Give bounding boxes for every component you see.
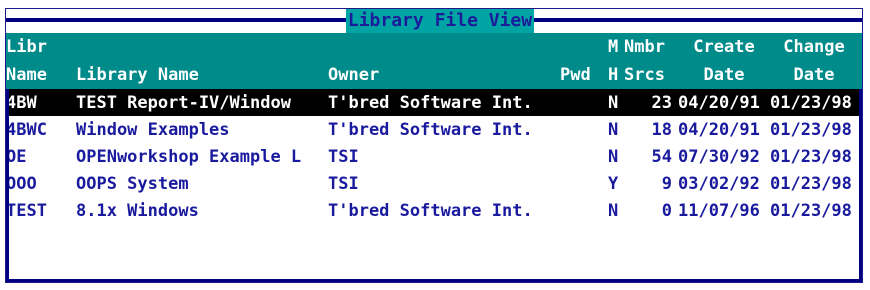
col-libr-line2: Name [6,65,47,85]
cell-name: Window Examples [76,120,230,140]
table-row[interactable]: 4BW TEST Report-IV/Window T'bred Softwar… [6,89,862,116]
col-library-name: Library Name [76,65,199,85]
cell-mh: N [608,120,619,140]
cell-lib: OE [6,147,27,167]
cell-changed: 01/23/98 [770,120,852,140]
cell-created: 03/02/92 [678,174,760,194]
window-title: Library File View [346,9,534,33]
cell-srcs: 18 [651,120,672,140]
col-change-line2: Date [793,65,835,85]
table-row[interactable]: 4BWC Window Examples T'bred Software Int… [6,116,862,143]
cell-name: OPENworkshop Example L [76,147,302,167]
column-header: Libr Name Library Name Owner Pwd M H Nmb… [6,33,862,89]
table-row[interactable]: OOO OOPS System TSI Y 9 03/02/92 01/23/9… [6,170,862,197]
frame-right-border [859,89,862,282]
table-row[interactable]: OE OPENworkshop Example L TSI N 54 07/30… [6,143,862,170]
cell-changed: 01/23/98 [770,147,852,167]
col-nmbr-line1: Nmbr [624,37,665,57]
col-mh-line2: H [608,65,619,85]
cell-changed: 01/23/98 [770,174,852,194]
cell-mh: N [608,93,619,113]
cell-lib: TEST [6,201,47,221]
cell-created: 04/20/91 [678,93,760,113]
cell-lib: 4BW [6,93,37,113]
cell-srcs: 23 [651,93,672,113]
title-rule-left [6,18,346,22]
col-mh-line1: M [608,37,619,57]
cell-owner: TSI [328,174,359,194]
cell-mh: N [608,201,619,221]
cell-mh: Y [608,174,619,194]
cell-created: 07/30/92 [678,147,760,167]
cell-created: 11/07/96 [678,201,760,221]
cell-lib: OOO [6,174,37,194]
cell-name: OOPS System [76,174,189,194]
title-rule-right [534,18,862,22]
cell-changed: 01/23/98 [770,201,852,221]
title-bar: Library File View [6,9,862,35]
table-row[interactable]: TEST 8.1x Windows T'bred Software Int. N… [6,197,862,224]
cell-srcs: 9 [661,174,672,194]
cell-owner: T'bred Software Int. [328,201,533,221]
cell-created: 04/20/91 [678,120,760,140]
cell-lib: 4BWC [6,120,47,140]
library-file-view-window: Library File View Libr Name Library Name… [5,8,863,283]
col-create-line2: Date [703,65,745,85]
col-pwd: Pwd [560,65,591,85]
col-create-line1: Create [693,37,755,57]
cell-changed: 01/23/98 [770,93,852,113]
cell-name: 8.1x Windows [76,201,199,221]
col-nmbr-line2: Srcs [624,65,665,85]
cell-mh: N [608,147,619,167]
cell-srcs: 54 [651,147,672,167]
col-change-line1: Change [783,37,845,57]
frame-left-border [6,89,9,282]
frame-bottom-border [6,279,862,282]
col-libr-line1: Libr [6,37,47,57]
cell-owner: TSI [328,147,359,167]
cell-name: TEST Report-IV/Window [76,93,291,113]
cell-srcs: 0 [661,201,672,221]
col-owner: Owner [328,65,380,85]
cell-owner: T'bred Software Int. [328,120,533,140]
cell-owner: T'bred Software Int. [328,93,533,113]
